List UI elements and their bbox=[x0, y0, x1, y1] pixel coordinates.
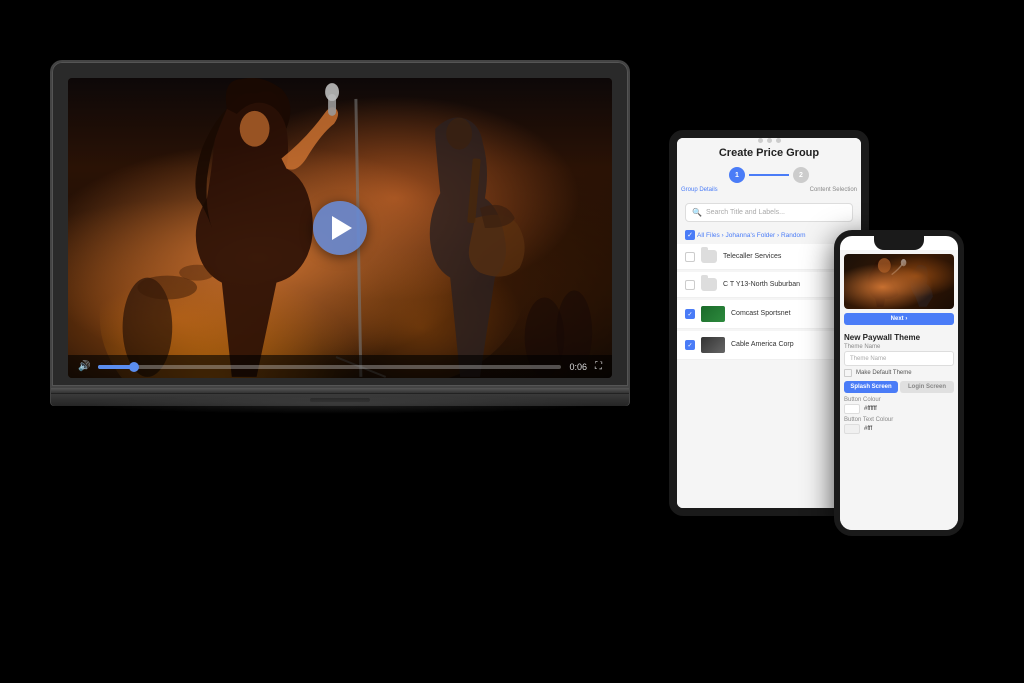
progress-dot bbox=[129, 362, 139, 372]
phone-notch bbox=[874, 236, 924, 250]
button-color-value: #ffffff bbox=[864, 406, 877, 412]
tablet-modal-title: Create Price Group bbox=[677, 147, 861, 159]
default-theme-checkbox[interactable] bbox=[844, 369, 852, 377]
phone-next-btn[interactable]: Next › bbox=[844, 313, 954, 325]
theme-name-input[interactable]: Theme Name bbox=[844, 351, 954, 366]
button-color-row: #ffffff bbox=[844, 404, 954, 414]
step-2-label: Content Selection bbox=[810, 187, 857, 193]
tablet-status-dots bbox=[677, 138, 861, 143]
phone-button-bar: Next › bbox=[844, 313, 954, 329]
sports-thumbnail bbox=[701, 306, 725, 322]
phone-section-title: New Paywall Theme bbox=[844, 333, 954, 342]
button-text-color-value: #fff bbox=[864, 426, 872, 432]
theme-name-placeholder: Theme Name bbox=[850, 356, 886, 362]
step-labels: Group Details Content Selection bbox=[677, 187, 861, 197]
phone-video-thumbnail bbox=[844, 254, 954, 309]
progress-fill bbox=[98, 365, 135, 369]
row-checkbox-1[interactable] bbox=[685, 252, 695, 262]
button-text-color-label: Button Text Colour bbox=[844, 417, 954, 423]
default-theme-label: Make Default Theme bbox=[856, 370, 912, 376]
step-1-label: Group Details bbox=[681, 187, 718, 193]
phone-screen: Next › New Paywall Theme Theme Name Them… bbox=[840, 250, 958, 530]
checkbox-check: ✓ bbox=[687, 231, 693, 239]
theme-name-label: Theme Name bbox=[844, 344, 954, 350]
splash-screen-tab[interactable]: Splash Screen bbox=[844, 381, 898, 393]
tablet-search-bar[interactable]: 🔍 Search Title and Labels... bbox=[685, 203, 853, 222]
folder-icon-1 bbox=[701, 250, 717, 263]
laptop-shadow bbox=[79, 394, 601, 414]
laptop-video-player: 🔊 0:06 ⛶ bbox=[68, 78, 612, 378]
phone-tabs: Splash Screen Login Screen bbox=[844, 381, 954, 393]
laptop-device: 🔊 0:06 ⛶ bbox=[50, 60, 630, 406]
volume-icon[interactable]: 🔊 bbox=[78, 361, 90, 372]
button-color-label: Button Colour bbox=[844, 397, 954, 403]
select-all-checkbox[interactable]: ✓ bbox=[685, 230, 695, 240]
main-scene: 🔊 0:06 ⛶ bbox=[0, 0, 1024, 683]
tablet-step-indicators: 1 2 bbox=[677, 163, 861, 187]
tablet-breadcrumb: ✓ All Files › Johanna's Folder › Random bbox=[677, 228, 861, 244]
folder-icon-2 bbox=[701, 278, 717, 291]
play-button[interactable] bbox=[313, 201, 367, 255]
button-color-swatch[interactable] bbox=[844, 404, 860, 414]
button-text-color-swatch[interactable] bbox=[844, 424, 860, 434]
row-checkbox-4[interactable]: ✓ bbox=[685, 340, 695, 350]
cable-thumbnail bbox=[701, 337, 725, 353]
phone-thumb-background bbox=[844, 254, 954, 309]
step-connector bbox=[749, 174, 789, 176]
progress-bar[interactable] bbox=[98, 365, 561, 369]
tablet-search-placeholder: Search Title and Labels... bbox=[706, 209, 785, 216]
video-time: 0:06 bbox=[569, 362, 587, 372]
laptop-bezel: 🔊 0:06 ⛶ bbox=[50, 60, 630, 388]
row-checkbox-2[interactable] bbox=[685, 280, 695, 290]
tablet-search-icon: 🔍 bbox=[692, 208, 702, 217]
tablet-dot-3 bbox=[776, 138, 781, 143]
play-icon bbox=[332, 216, 352, 240]
phone-device: Next › New Paywall Theme Theme Name Them… bbox=[834, 230, 964, 536]
tablet-dot-2 bbox=[767, 138, 772, 143]
button-text-color-row: #fff bbox=[844, 424, 954, 434]
default-theme-row: Make Default Theme bbox=[844, 369, 954, 377]
tablet-dot-1 bbox=[758, 138, 763, 143]
fullscreen-icon[interactable]: ⛶ bbox=[595, 361, 602, 372]
step-1-circle: 1 bbox=[729, 167, 745, 183]
breadcrumb-text: All Files › Johanna's Folder › Random bbox=[697, 232, 806, 239]
video-controls: 🔊 0:06 ⛶ bbox=[68, 355, 612, 378]
login-screen-tab[interactable]: Login Screen bbox=[900, 381, 954, 393]
step-2-circle: 2 bbox=[793, 167, 809, 183]
row-checkbox-3[interactable]: ✓ bbox=[685, 309, 695, 319]
